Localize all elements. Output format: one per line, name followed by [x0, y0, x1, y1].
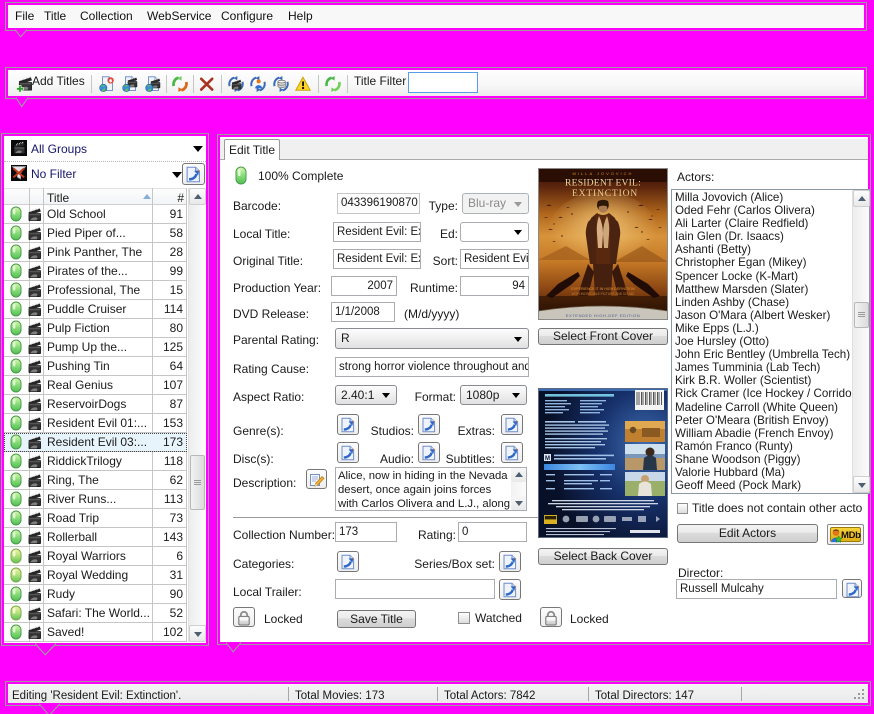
svg-text:M: M — [545, 456, 550, 462]
svg-text:EXPERIENCE IT IN HIGH DEFINITI: EXPERIENCE IT IN HIGH DEFINITION — [571, 287, 635, 291]
svg-text:RESIDENT EVIL:: RESIDENT EVIL: — [565, 178, 641, 189]
svg-text:EXTENDED HIGH-DEF EDITION: EXTENDED HIGH-DEF EDITION — [566, 313, 641, 318]
svg-text:MILLA JOVOVICH: MILLA JOVOVICH — [573, 171, 634, 176]
svg-text:WITH INCREDIBLE PICTURE AND SO: WITH INCREDIBLE PICTURE AND SOUND — [572, 292, 636, 296]
